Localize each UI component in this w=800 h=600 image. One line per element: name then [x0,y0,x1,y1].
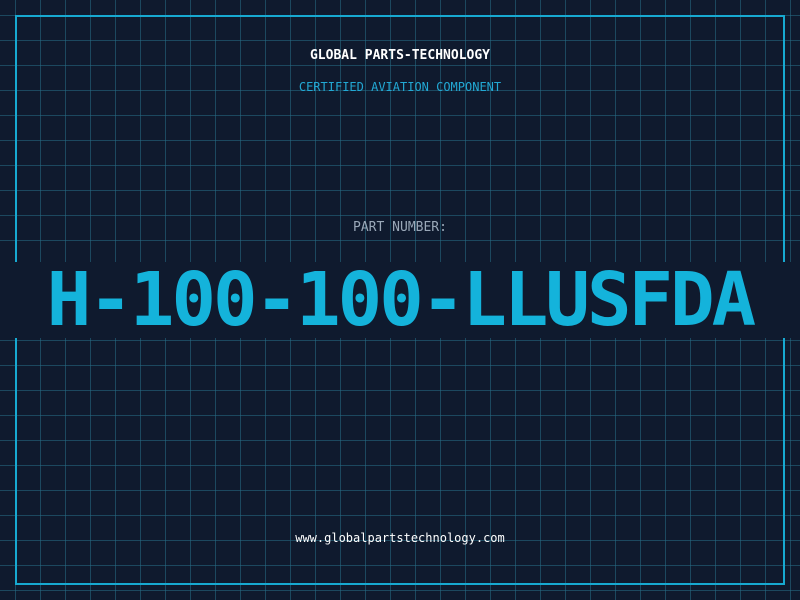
company-name: GLOBAL PARTS-TECHNOLOGY [309,48,490,63]
label-canvas: GLOBAL PARTS-TECHNOLOGY CERTIFIED AVIATI… [0,0,800,600]
certification-tagline: CERTIFIED AVIATION COMPONENT [298,80,502,94]
part-number-label: PART NUMBER: [353,220,447,235]
website-url: www.globalpartstechnology.com [295,531,505,545]
part-number-value: H-100-100-LLUSFDA [46,257,756,343]
